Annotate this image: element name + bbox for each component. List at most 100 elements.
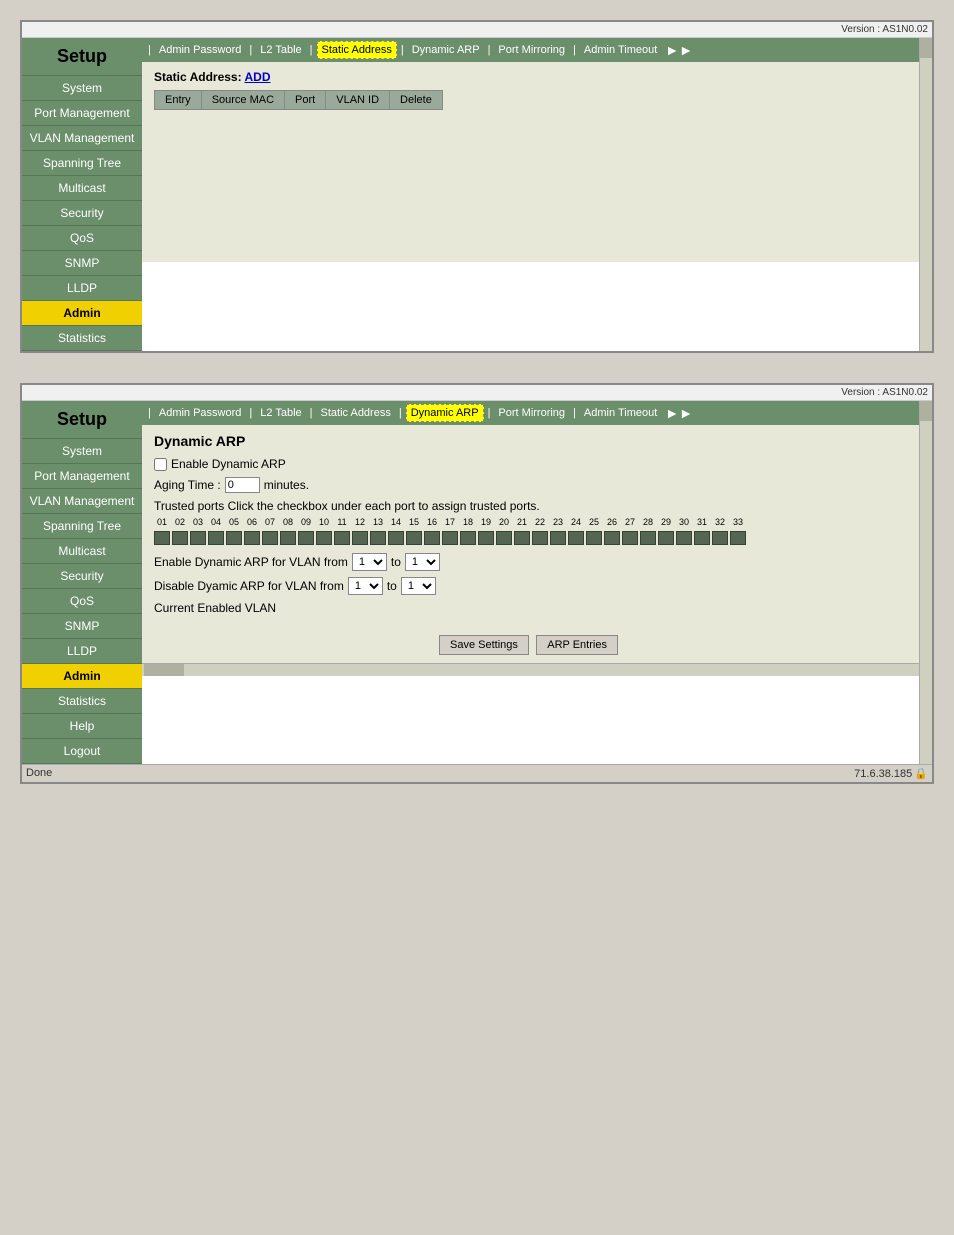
port-checkbox-17[interactable] [442, 531, 458, 545]
port-checkbox-14[interactable] [388, 531, 404, 545]
port-num-19: 19 [478, 517, 494, 527]
port-checkbox-30[interactable] [676, 531, 692, 545]
sidebar-item-spanning-tree-1[interactable]: Spanning Tree [22, 151, 142, 176]
port-num-26: 26 [604, 517, 620, 527]
tab-arrows-2[interactable]: ►► [665, 405, 693, 421]
port-checkbox-06[interactable] [244, 531, 260, 545]
aging-time-label: Aging Time : [154, 478, 221, 492]
port-checkbox-15[interactable] [406, 531, 422, 545]
tab-static-address-1[interactable]: Static Address [317, 41, 397, 59]
port-checkbox-24[interactable] [568, 531, 584, 545]
arp-entries-button[interactable]: ARP Entries [536, 635, 618, 655]
sidebar-item-snmp-1[interactable]: SNMP [22, 251, 142, 276]
sidebar-item-spanning-tree-2[interactable]: Spanning Tree [22, 514, 142, 539]
port-checkbox-23[interactable] [550, 531, 566, 545]
save-settings-button[interactable]: Save Settings [439, 635, 529, 655]
version-bar-1: Version : AS1N0.02 [22, 22, 932, 38]
disable-vlan-from-select[interactable]: 1 [348, 577, 383, 595]
port-checkbox-09[interactable] [298, 531, 314, 545]
tab-admin-password-2[interactable]: Admin Password [155, 405, 246, 421]
add-link-1[interactable]: ADD [244, 70, 270, 84]
port-num-23: 23 [550, 517, 566, 527]
port-checkbox-01[interactable] [154, 531, 170, 545]
port-num-18: 18 [460, 517, 476, 527]
port-checkbox-03[interactable] [190, 531, 206, 545]
sidebar-item-qos-2[interactable]: QoS [22, 589, 142, 614]
port-checkbox-25[interactable] [586, 531, 602, 545]
scrollbar-v-2[interactable] [919, 401, 932, 764]
sidebar-item-snmp-2[interactable]: SNMP [22, 614, 142, 639]
sidebar-item-admin-2[interactable]: Admin [22, 664, 142, 689]
tab-admin-timeout-2[interactable]: Admin Timeout [580, 405, 661, 421]
sidebar-item-admin-1[interactable]: Admin [22, 301, 142, 326]
enable-vlan-to-select[interactable]: 1 [405, 553, 440, 571]
port-checkbox-04[interactable] [208, 531, 224, 545]
scrollbar-v-1[interactable] [919, 38, 932, 351]
port-num-15: 15 [406, 517, 422, 527]
port-num-05: 05 [226, 517, 242, 527]
port-checkbox-31[interactable] [694, 531, 710, 545]
port-checkbox-29[interactable] [658, 531, 674, 545]
sidebar-item-help-2[interactable]: Help [22, 714, 142, 739]
port-checkbox-16[interactable] [424, 531, 440, 545]
enable-vlan-from-select[interactable]: 1 [352, 553, 387, 571]
tab-port-mirroring-2[interactable]: Port Mirroring [494, 405, 569, 421]
sidebar-item-system-2[interactable]: System [22, 439, 142, 464]
port-checkbox-28[interactable] [640, 531, 656, 545]
port-checkbox-33[interactable] [730, 531, 746, 545]
port-checkbox-10[interactable] [316, 531, 332, 545]
sidebar-item-lldp-2[interactable]: LLDP [22, 639, 142, 664]
static-address-section: Static Address: ADD [154, 70, 907, 84]
port-num-28: 28 [640, 517, 656, 527]
port-checkbox-27[interactable] [622, 531, 638, 545]
port-checkboxes-row[interactable] [154, 531, 907, 545]
enable-darp-checkbox[interactable] [154, 458, 167, 471]
sidebar-item-port-mgmt-1[interactable]: Port Management [22, 101, 142, 126]
tab-static-address-2[interactable]: Static Address [317, 405, 395, 421]
port-checkbox-19[interactable] [478, 531, 494, 545]
sidebar-item-statistics-1[interactable]: Statistics [22, 326, 142, 351]
sidebar-item-lldp-1[interactable]: LLDP [22, 276, 142, 301]
port-checkbox-32[interactable] [712, 531, 728, 545]
disable-vlan-to-select[interactable]: 1 [401, 577, 436, 595]
port-checkbox-18[interactable] [460, 531, 476, 545]
port-checkbox-26[interactable] [604, 531, 620, 545]
scrollable-2: | Admin Password | L2 Table | Static Add… [142, 401, 919, 764]
sidebar-item-vlan-mgmt-2[interactable]: VLAN Management [22, 489, 142, 514]
col-delete: Delete [390, 91, 443, 110]
dynamic-arp-title: Dynamic ARP [154, 433, 907, 449]
port-checkbox-22[interactable] [532, 531, 548, 545]
port-checkbox-20[interactable] [496, 531, 512, 545]
sidebar-item-port-mgmt-2[interactable]: Port Management [22, 464, 142, 489]
port-num-11: 11 [334, 517, 350, 527]
tab-dynamic-arp-2[interactable]: Dynamic ARP [406, 404, 484, 422]
tab-admin-timeout-1[interactable]: Admin Timeout [580, 42, 661, 58]
tab-port-mirroring-1[interactable]: Port Mirroring [494, 42, 569, 58]
tab-dynamic-arp-1[interactable]: Dynamic ARP [408, 42, 484, 58]
sidebar-item-vlan-mgmt-1[interactable]: VLAN Management [22, 126, 142, 151]
sidebar-item-security-2[interactable]: Security [22, 564, 142, 589]
sidebar-item-multicast-2[interactable]: Multicast [22, 539, 142, 564]
hscroll-bar-2[interactable] [142, 663, 919, 676]
tab-l2-table-2[interactable]: L2 Table [256, 405, 305, 421]
port-checkbox-07[interactable] [262, 531, 278, 545]
tab-l2-table-1[interactable]: L2 Table [256, 42, 305, 58]
enable-vlan-row: Enable Dynamic ARP for VLAN from 1 to 1 [154, 553, 907, 571]
aging-time-input[interactable] [225, 477, 260, 493]
sidebar-item-multicast-1[interactable]: Multicast [22, 176, 142, 201]
port-checkbox-02[interactable] [172, 531, 188, 545]
sidebar-item-qos-1[interactable]: QoS [22, 226, 142, 251]
disable-vlan-label: Disable Dyamic ARP for VLAN from [154, 579, 344, 593]
port-checkbox-08[interactable] [280, 531, 296, 545]
port-checkbox-05[interactable] [226, 531, 242, 545]
sidebar-item-statistics-2[interactable]: Statistics [22, 689, 142, 714]
sidebar-item-system-1[interactable]: System [22, 76, 142, 101]
port-checkbox-21[interactable] [514, 531, 530, 545]
sidebar-item-security-1[interactable]: Security [22, 201, 142, 226]
sidebar-item-logout-2[interactable]: Logout [22, 739, 142, 764]
port-checkbox-13[interactable] [370, 531, 386, 545]
port-checkbox-11[interactable] [334, 531, 350, 545]
tab-admin-password-1[interactable]: Admin Password [155, 42, 246, 58]
port-checkbox-12[interactable] [352, 531, 368, 545]
tab-arrows-1[interactable]: ►► [665, 42, 693, 58]
